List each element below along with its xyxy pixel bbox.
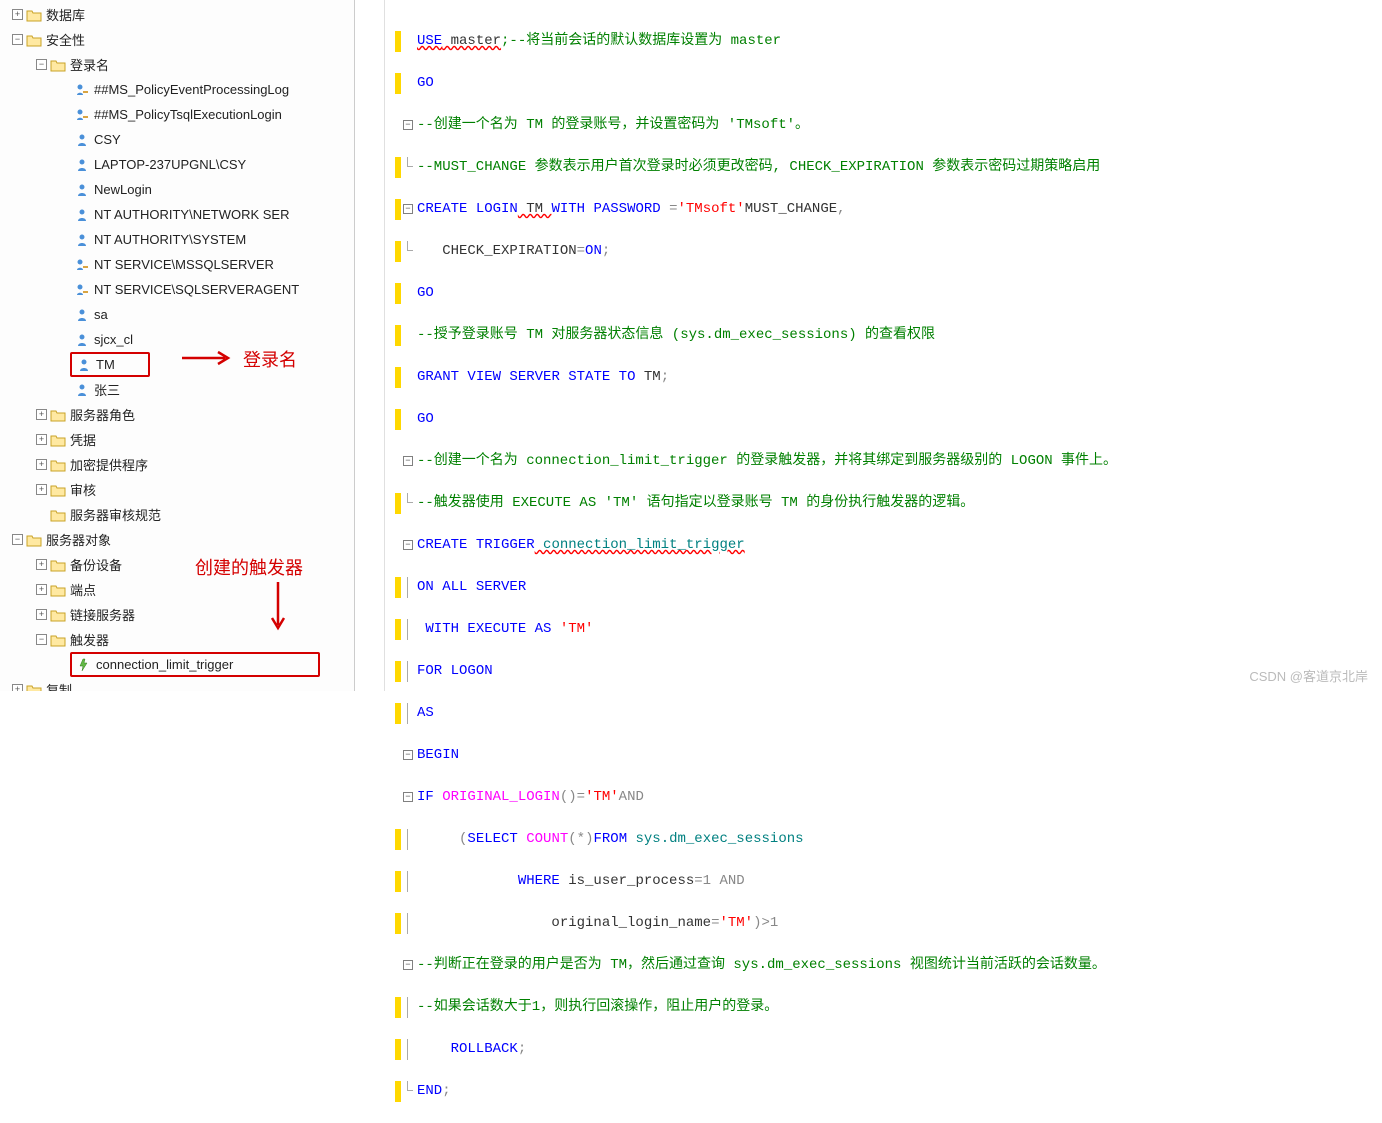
folder-icon (50, 457, 66, 473)
expand-icon[interactable]: + (36, 409, 47, 420)
login-icon (74, 232, 90, 248)
folder-icon (26, 32, 42, 48)
tree-node-triggers[interactable]: −触发器 (0, 627, 354, 652)
tree-node-server-roles[interactable]: +服务器角色 (0, 402, 354, 427)
expand-icon[interactable]: + (36, 584, 47, 595)
expand-icon[interactable]: + (36, 559, 47, 570)
login-icon (74, 307, 90, 323)
login-icon (74, 157, 90, 173)
login-key-icon (74, 257, 90, 273)
collapse-icon[interactable]: − (36, 59, 47, 70)
folder-icon (50, 407, 66, 423)
annotation-trigger: 创建的触发器 (195, 554, 303, 580)
tree-node-audit[interactable]: +审核 (0, 477, 354, 502)
tree-login-item[interactable]: NewLogin (0, 177, 354, 202)
login-icon (74, 182, 90, 198)
tree-trigger-item[interactable]: connection_limit_trigger (70, 652, 320, 677)
tree-login-item[interactable]: ##MS_PolicyTsqlExecutionLogin (0, 102, 354, 127)
tree-login-item[interactable]: 张三 (0, 377, 354, 402)
folder-icon (50, 607, 66, 623)
expand-icon[interactable]: + (36, 434, 47, 445)
login-icon (74, 132, 90, 148)
expand-icon[interactable]: + (36, 459, 47, 470)
folder-icon (26, 7, 42, 23)
login-key-icon (74, 282, 90, 298)
login-icon (74, 382, 90, 398)
tree-node-database[interactable]: +数据库 (0, 2, 354, 27)
watermark: CSDN @客道京北岸 (1249, 666, 1368, 685)
tree-node-crypto[interactable]: +加密提供程序 (0, 452, 354, 477)
folder-icon (50, 482, 66, 498)
tree-node-logins[interactable]: −登录名 (0, 52, 354, 77)
collapse-icon[interactable]: − (12, 534, 23, 545)
folder-icon (50, 582, 66, 598)
collapse-icon[interactable]: − (36, 634, 47, 645)
editor-gutter (355, 0, 385, 691)
folder-icon (26, 532, 42, 548)
tree-node-credentials[interactable]: +凭据 (0, 427, 354, 452)
tree-login-item[interactable]: NT SERVICE\MSSQLSERVER (0, 252, 354, 277)
login-key-icon (74, 82, 90, 98)
object-explorer-tree[interactable]: +数据库 −安全性 −登录名 ##MS_PolicyEventProcessin… (0, 0, 355, 691)
tree-login-item[interactable]: NT AUTHORITY\SYSTEM (0, 227, 354, 252)
tree-node-security[interactable]: −安全性 (0, 27, 354, 52)
tree-node-endpoints[interactable]: +端点 (0, 577, 354, 602)
expand-icon[interactable]: + (36, 484, 47, 495)
tree-login-item[interactable]: ##MS_PolicyEventProcessingLog (0, 77, 354, 102)
folder-icon (50, 557, 66, 573)
expand-icon[interactable]: + (12, 684, 23, 691)
expand-icon[interactable]: + (36, 609, 47, 620)
tree-login-item[interactable]: sa (0, 302, 354, 327)
tree-login-item[interactable]: LAPTOP-237UPGNL\CSY (0, 152, 354, 177)
tree-node-linked[interactable]: +链接服务器 (0, 602, 354, 627)
login-icon (74, 207, 90, 223)
tree-login-item[interactable]: CSY (0, 127, 354, 152)
tree-node-server-objects[interactable]: −服务器对象 (0, 527, 354, 552)
login-icon (76, 357, 92, 373)
arrow-down-icon (268, 580, 288, 635)
folder-icon (50, 57, 66, 73)
folder-icon (50, 432, 66, 448)
folder-icon (50, 632, 66, 648)
folder-icon (50, 507, 66, 523)
tree-login-tm[interactable]: TM (70, 352, 150, 377)
arrow-icon (180, 348, 240, 368)
tree-node-audit-spec[interactable]: 服务器审核规范 (0, 502, 354, 527)
tree-login-item[interactable]: NT AUTHORITY\NETWORK SER (0, 202, 354, 227)
expand-icon[interactable]: + (12, 9, 23, 20)
annotation-login: 登录名 (243, 346, 297, 372)
login-key-icon (74, 107, 90, 123)
collapse-icon[interactable]: − (12, 34, 23, 45)
tree-login-item[interactable]: NT SERVICE\SQLSERVERAGENT (0, 277, 354, 302)
login-icon (74, 332, 90, 348)
sql-editor[interactable]: USE master;--将当前会话的默认数据库设置为 master GO −-… (385, 0, 1382, 691)
trigger-icon (76, 657, 92, 673)
tree-login-item[interactable]: sjcx_cl (0, 327, 354, 352)
folder-icon (26, 682, 42, 692)
tree-node-replication[interactable]: +复制 (0, 677, 354, 691)
